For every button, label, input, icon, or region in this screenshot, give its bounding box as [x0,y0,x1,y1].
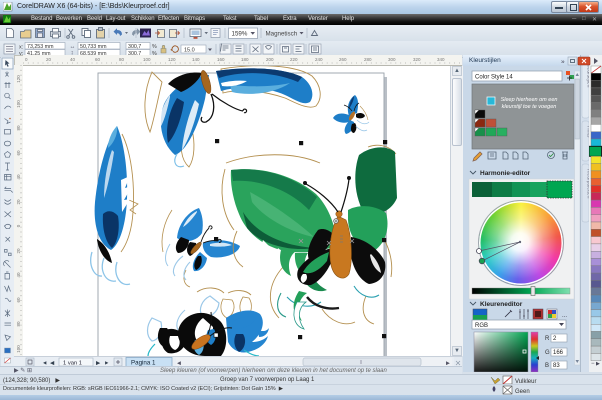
svg-text:220: 220 [290,57,298,62]
svg-text:↔: ↔ [70,44,76,50]
svg-text:»: » [561,59,565,66]
svg-text:300,7: 300,7 [128,44,141,50]
svg-text:320: 320 [413,57,421,62]
svg-text:73,253 mm: 73,253 mm [27,44,54,50]
svg-text:80: 80 [16,321,21,327]
svg-text:180: 180 [241,57,249,62]
svg-text:100: 100 [16,345,21,353]
svg-text:−: − [591,361,595,367]
svg-text:240: 240 [315,57,323,62]
svg-text:200: 200 [266,57,274,62]
svg-text:260: 260 [339,57,347,62]
svg-text:20: 20 [16,248,21,254]
svg-text:60: 60 [16,297,21,303]
svg-text:40: 40 [16,272,21,278]
svg-text:120: 120 [168,57,176,62]
svg-text:60: 60 [95,57,101,62]
svg-text:160: 160 [217,57,225,62]
svg-text:100: 100 [143,57,151,62]
svg-text:0: 0 [25,57,28,62]
svg-text:300: 300 [388,57,396,62]
svg-text:0: 0 [16,224,21,227]
svg-text:340: 340 [437,57,445,62]
svg-text:159%: 159% [232,31,248,38]
svg-text:100: 100 [16,100,21,108]
svg-text:50,733 mm: 50,733 mm [80,44,107,50]
svg-text:▶: ▶ [596,361,600,367]
svg-text:280: 280 [364,57,372,62]
svg-text:20: 20 [46,57,52,62]
svg-text:80: 80 [119,57,125,62]
svg-text:15.0: 15.0 [184,47,195,53]
svg-text:60: 60 [16,150,21,156]
svg-text:80: 80 [16,125,21,131]
svg-text:x:: x: [19,45,24,51]
svg-text:40: 40 [70,57,76,62]
svg-text:Magnetisch: Magnetisch [266,30,298,37]
svg-text:20: 20 [16,199,21,205]
svg-text:140: 140 [192,57,200,62]
svg-text:40: 40 [16,174,21,180]
svg-text:120: 120 [16,75,21,83]
svg-text:%: % [152,44,157,50]
